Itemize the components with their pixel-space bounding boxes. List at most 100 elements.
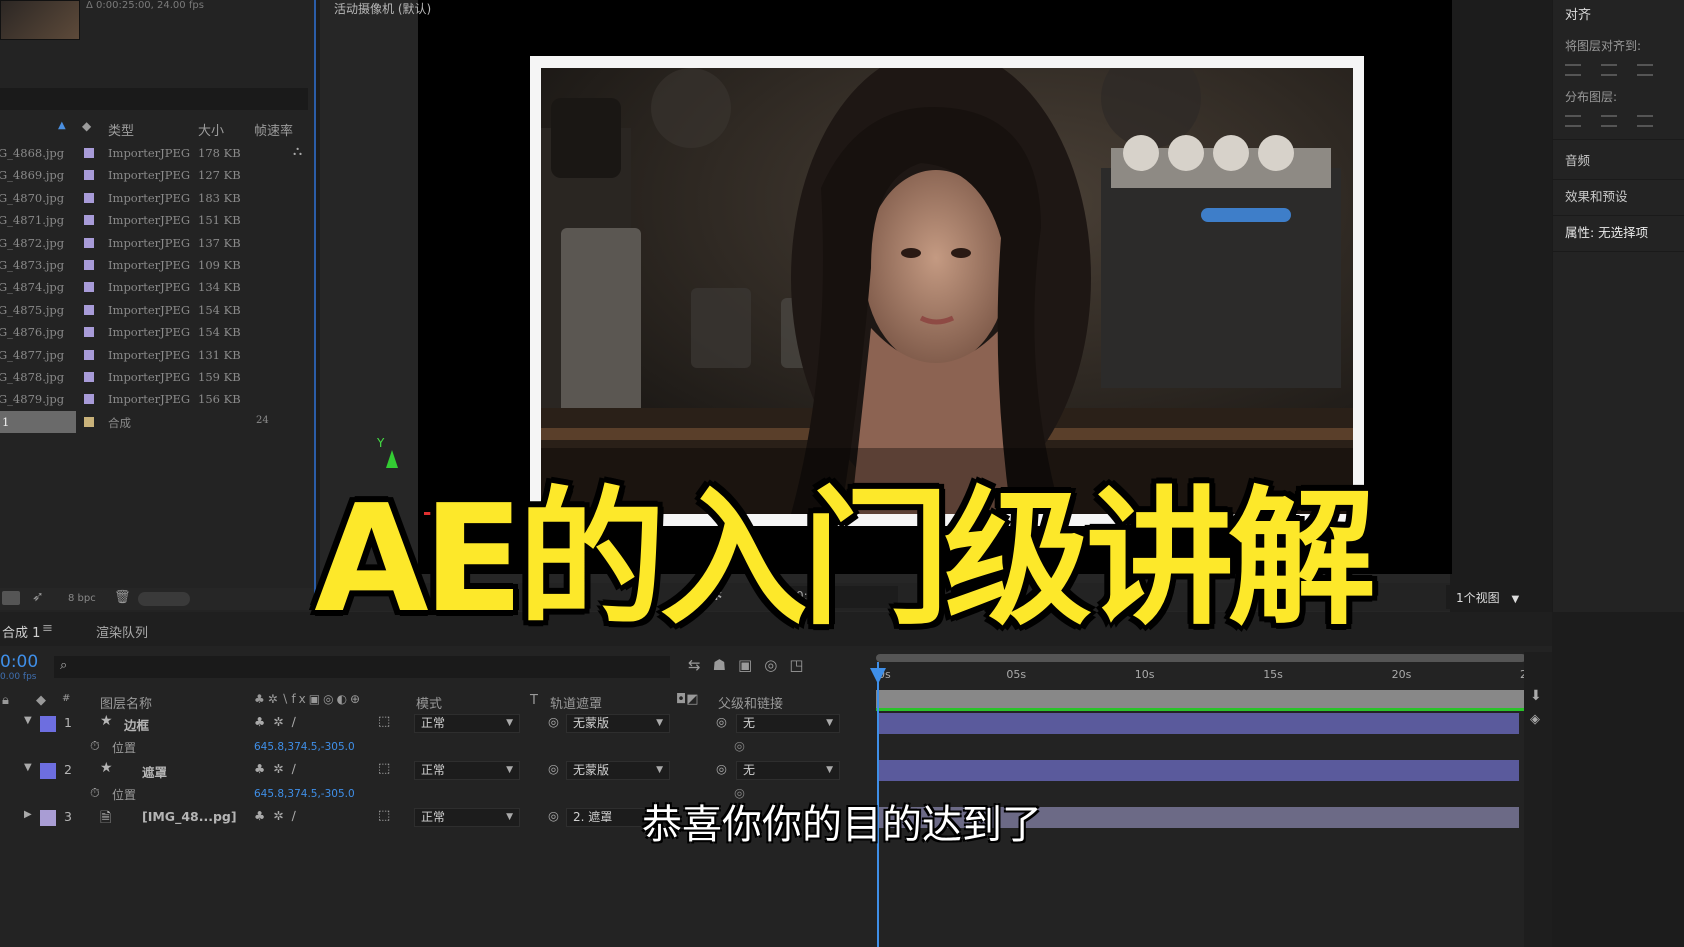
comp-marker-icon[interactable]: ⬇ (1530, 688, 1542, 704)
file-type: ImporterJPEG (108, 213, 191, 228)
project-comp-row[interactable]: 1 合成 24 (0, 410, 296, 433)
parent-dropdown[interactable]: 无 ▼ (736, 761, 840, 780)
align-center-icon[interactable] (1601, 64, 1617, 76)
keyframe-nav-icon[interactable]: ◈ (1530, 712, 1540, 727)
lock-column-icon[interactable]: 🔒︎ (2, 693, 9, 708)
position-property-row[interactable]: ⏱ 位置 645.8,374.5,-305.0 ◎ (0, 736, 866, 759)
project-file-row[interactable]: G_4868.jpg ImporterJPEG 178 KB (0, 142, 296, 164)
label-swatch[interactable] (84, 394, 94, 405)
label-swatch[interactable] (84, 282, 94, 293)
shy-layers-icon[interactable]: ☗ (713, 656, 726, 674)
audio-section[interactable]: 音频 (1553, 146, 1684, 180)
layer-row[interactable]: ▼ 1 ★ 边框 ♣✲∕ ⬚ 正常 ▼ ◎ 无蒙版 ▼ ◎ 无 ▼ (0, 712, 866, 735)
stopwatch-icon[interactable]: ⏱ (90, 738, 100, 754)
layer-search-input[interactable]: ⌕ (54, 656, 670, 678)
project-file-row[interactable]: G_4879.jpg ImporterJPEG 156 KB (0, 388, 296, 410)
file-type: ImporterJPEG (108, 370, 191, 384)
align-buttons (1565, 64, 1684, 76)
3d-layer-icon[interactable]: ⬚ (378, 761, 390, 776)
distribute-top-icon[interactable] (1565, 115, 1581, 127)
file-size: 137 KB (198, 235, 241, 250)
blend-mode-dropdown[interactable]: 正常 ▼ (414, 714, 520, 733)
time-ruler[interactable]: 0s05s10s15s20s25s (872, 652, 1540, 692)
3d-layer-icon[interactable]: ⬚ (378, 714, 390, 729)
position-value[interactable]: 645.8,374.5,-305.0 (254, 741, 355, 753)
layer-label-color[interactable] (40, 716, 56, 732)
label-swatch[interactable] (84, 170, 94, 181)
distribute-buttons (1565, 115, 1684, 127)
project-file-row[interactable]: G_4875.jpg ImporterJPEG 154 KB (0, 299, 296, 321)
comp-mini-flowchart-icon[interactable]: ⇆ (688, 656, 701, 674)
distribute-middle-icon[interactable] (1601, 115, 1617, 127)
frame-blending-icon[interactable]: ▣ (738, 656, 752, 674)
playhead-handle-icon[interactable] (870, 668, 886, 684)
project-file-row[interactable]: G_4877.jpg ImporterJPEG 131 KB (0, 344, 296, 366)
label-swatch[interactable] (84, 349, 94, 360)
expression-pickwhip-icon[interactable]: ◎ (734, 738, 745, 753)
project-file-row[interactable]: G_4874.jpg ImporterJPEG 134 KB (0, 276, 296, 298)
label-swatch[interactable] (84, 192, 94, 203)
column-track-matte[interactable]: 轨道遮罩 (550, 693, 602, 712)
project-file-row[interactable]: G_4869.jpg ImporterJPEG 127 KB (0, 164, 296, 186)
column-size[interactable]: 大小 (198, 120, 224, 139)
file-name: G_4874.jpg (0, 280, 65, 295)
project-file-row[interactable]: G_4870.jpg ImporterJPEG 183 KB (0, 187, 296, 209)
file-name: G_4878.jpg (0, 370, 65, 384)
label-column-icon[interactable]: ◆ (36, 693, 46, 708)
column-parent[interactable]: 父级和链接 (718, 693, 783, 712)
parent-pickwhip-icon[interactable]: ◎ (716, 714, 727, 729)
distribute-bottom-icon[interactable] (1637, 115, 1653, 127)
column-layer-name[interactable]: 图层名称 (100, 693, 152, 712)
file-name: G_4876.jpg (0, 325, 65, 340)
comp-duration-bar (876, 690, 1524, 708)
project-file-row[interactable]: G_4876.jpg ImporterJPEG 154 KB (0, 321, 296, 343)
effects-presets-section[interactable]: 效果和预设 (1553, 182, 1684, 216)
layer-switches-icons[interactable]: ♣✲∕ (254, 761, 304, 776)
label-swatch[interactable] (84, 416, 94, 427)
layer-label-color[interactable] (40, 763, 56, 779)
layer-name[interactable]: 边框 (124, 715, 149, 734)
current-time-code[interactable]: 0:00 (0, 652, 38, 672)
twirl-open-icon[interactable]: ▼ (24, 762, 32, 773)
project-file-row[interactable]: G_4872.jpg ImporterJPEG 137 KB (0, 232, 296, 254)
properties-section[interactable]: 属性: 无选择项 (1553, 218, 1684, 252)
label-swatch[interactable] (84, 304, 94, 315)
track-matte-dropdown[interactable]: 无蒙版 ▼ (566, 761, 670, 780)
project-file-row[interactable]: G_4871.jpg ImporterJPEG 151 KB (0, 209, 296, 231)
work-area-bar[interactable] (876, 654, 1526, 662)
parent-pickwhip-icon[interactable]: ◎ (716, 761, 727, 776)
column-fps[interactable]: 帧速率 (254, 120, 293, 139)
label-swatch[interactable] (84, 237, 94, 248)
column-mode[interactable]: 模式 (416, 693, 442, 712)
label-swatch[interactable] (84, 327, 94, 338)
label-swatch[interactable] (84, 372, 94, 382)
shape-layer-star-icon: ★ (100, 713, 113, 729)
motion-blur-icon[interactable]: ◎ (764, 656, 777, 674)
label-swatch[interactable] (84, 260, 94, 270)
sort-arrow-icon[interactable]: ▲ (58, 120, 66, 131)
project-file-row[interactable]: G_4873.jpg ImporterJPEG 109 KB (0, 254, 296, 276)
file-name: G_4879.jpg (0, 392, 65, 407)
layer-row[interactable]: ▼ 2 ★ 遮罩 ♣✲∕ ⬚ 正常 ▼ ◎ 无蒙版 ▼ ◎ 无 ▼ (0, 759, 866, 782)
label-tag-icon[interactable]: ◆ (82, 119, 91, 133)
parent-dropdown[interactable]: 无 ▼ (736, 714, 840, 733)
parent-value: 无 (743, 716, 756, 730)
project-file-row[interactable]: G_4878.jpg ImporterJPEG 159 KB (0, 366, 296, 388)
blend-mode-dropdown[interactable]: 正常 ▼ (414, 761, 520, 780)
matte-pickwhip-icon[interactable]: ◎ (548, 714, 559, 729)
column-type[interactable]: 类型 (108, 120, 134, 139)
track-matte-dropdown[interactable]: 无蒙版 ▼ (566, 714, 670, 733)
label-swatch[interactable] (84, 148, 94, 158)
file-size: 127 KB (198, 168, 241, 183)
label-swatch[interactable] (84, 215, 94, 226)
layer-name[interactable]: 遮罩 (142, 762, 167, 781)
project-search-input[interactable] (0, 88, 308, 110)
layer-switches-icons[interactable]: ♣✲∕ (254, 714, 304, 729)
layer-duration-bar[interactable] (879, 713, 1519, 734)
graph-editor-icon[interactable]: ◳ (789, 656, 803, 674)
align-left-icon[interactable] (1565, 64, 1581, 76)
layer-duration-bar[interactable] (879, 760, 1519, 781)
twirl-open-icon[interactable]: ▼ (24, 715, 32, 726)
matte-pickwhip-icon[interactable]: ◎ (548, 761, 559, 776)
align-right-icon[interactable] (1637, 64, 1653, 76)
